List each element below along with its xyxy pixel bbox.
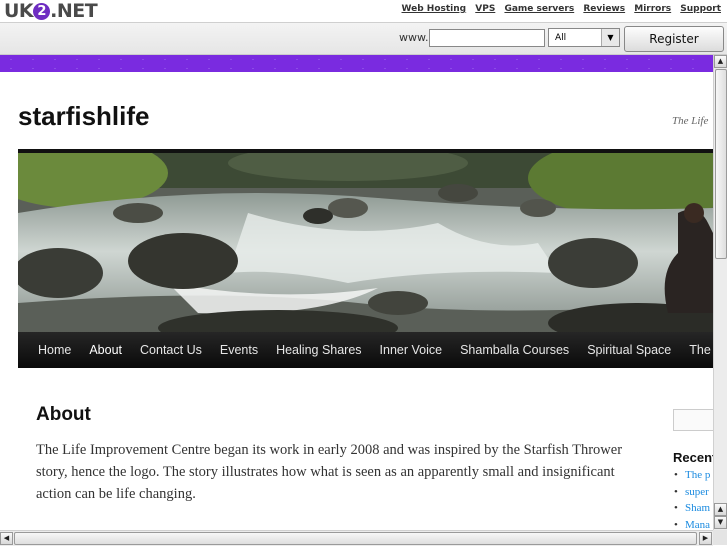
uk2-purple-band (0, 55, 713, 72)
sidebar-search-input[interactable] (673, 409, 715, 431)
link-game-servers[interactable]: Game servers (504, 4, 574, 14)
link-vps[interactable]: VPS (475, 4, 495, 14)
scroll-up-icon[interactable]: ▲ (714, 55, 727, 68)
www-prefix-label: www. (399, 31, 429, 44)
uk2-top-links: Web Hosting VPS Game servers Reviews Mir… (396, 4, 721, 14)
header-image (18, 149, 713, 332)
nav-contact-us[interactable]: Contact Us (131, 332, 211, 368)
register-domain-button[interactable]: Register Domain (624, 26, 724, 70)
tld-selected-value: All (555, 33, 567, 43)
site-title[interactable]: starfishlife (18, 101, 150, 132)
tld-select[interactable]: All ▼ (548, 28, 620, 47)
domain-search-bar: www. All ▼ Register Domain (0, 23, 727, 70)
scroll-down-icon[interactable]: ▼ (714, 516, 727, 529)
nav-the-starf[interactable]: The Starf (680, 332, 713, 368)
domain-input[interactable] (429, 29, 545, 47)
uk2-top-bar: UK 2 .NET Web Hosting VPS Game servers Rev… (0, 0, 727, 23)
recent-posts-heading: Recent (673, 450, 717, 465)
scrollbar-corner (713, 530, 727, 545)
nav-spiritual-space[interactable]: Spiritual Space (578, 332, 680, 368)
scroll-up-icon[interactable]: ▲ (714, 503, 727, 516)
nav-healing-shares[interactable]: Healing Shares (267, 332, 370, 368)
recent-post-link-cont[interactable]: super (674, 484, 710, 501)
link-reviews[interactable]: Reviews (583, 4, 625, 14)
horizontal-scroll-thumb[interactable] (14, 532, 697, 545)
page-title: About (36, 404, 91, 425)
vertical-scrollbar[interactable]: ▲ ▲ ▼ (713, 55, 727, 530)
recent-posts-list: The p super Sham Mana (674, 467, 710, 533)
horizontal-scrollbar[interactable]: ◀ ▶ (0, 530, 713, 546)
link-web-hosting[interactable]: Web Hosting (402, 4, 467, 14)
nav-about[interactable]: About (80, 332, 131, 368)
nav-home[interactable]: Home (29, 332, 80, 368)
scroll-left-icon[interactable]: ◀ (0, 532, 13, 545)
main-nav: Home About Contact Us Events Healing Shares I… (18, 332, 713, 368)
recent-post-link[interactable]: Sham (674, 500, 710, 517)
site-tagline: The Life (672, 115, 709, 127)
nav-inner-voice[interactable]: Inner Voice (371, 332, 452, 368)
vertical-scroll-thumb[interactable] (715, 69, 727, 259)
scroll-right-icon[interactable]: ▶ (699, 532, 712, 545)
nav-events[interactable]: Events (211, 332, 267, 368)
about-paragraph: The Life Improvement Centre began its wo… (36, 442, 623, 502)
uk2-logo[interactable]: UK 2 .NET (4, 0, 98, 22)
link-support[interactable]: Support (680, 4, 721, 14)
nav-shamballa-courses[interactable]: Shamballa Courses (451, 332, 578, 368)
chevron-down-icon[interactable]: ▼ (601, 29, 619, 46)
link-mirrors[interactable]: Mirrors (634, 4, 671, 14)
recent-post-link[interactable]: The p (674, 467, 710, 484)
